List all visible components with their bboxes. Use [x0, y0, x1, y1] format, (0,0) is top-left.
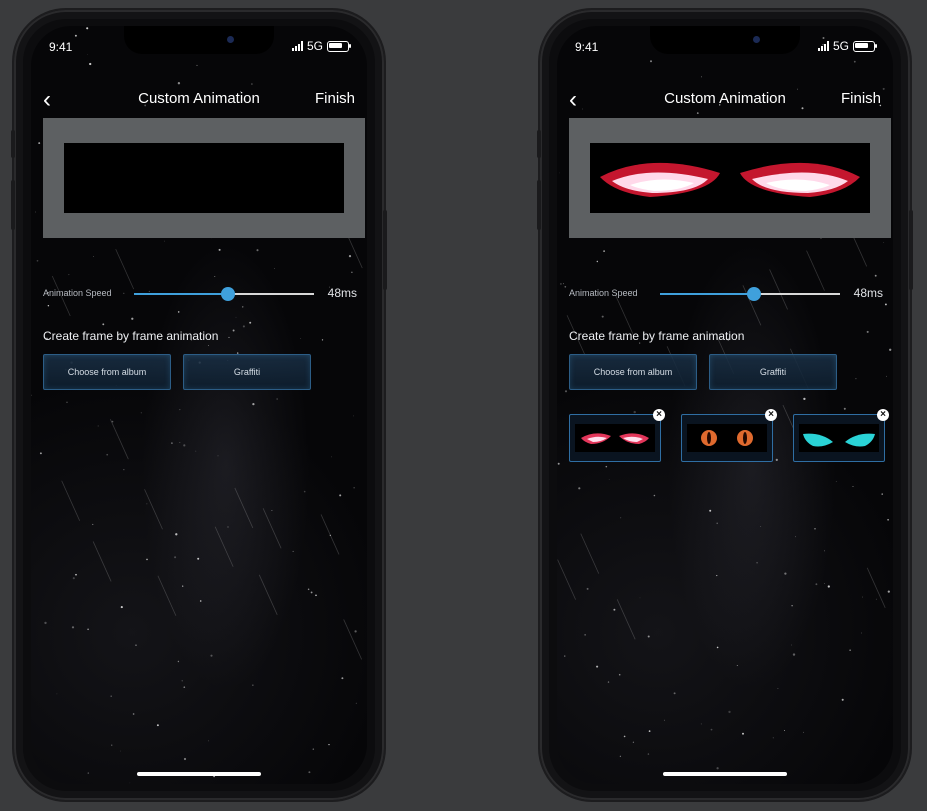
animation-preview: [569, 118, 891, 238]
speed-slider-track[interactable]: [134, 287, 314, 301]
preview-screen: [64, 143, 344, 213]
battery-icon: [327, 40, 351, 52]
speed-label: Animation Speed: [43, 288, 112, 298]
home-indicator: [663, 772, 787, 776]
frame-thumbnail-3[interactable]: ×: [793, 409, 889, 462]
frame-image: [575, 424, 655, 452]
status-indicators: 5G: [817, 39, 877, 53]
battery-icon: [853, 40, 877, 52]
front-camera: [227, 36, 234, 43]
left-eye: [600, 162, 720, 197]
signal-icon: [817, 41, 829, 51]
notch: [124, 26, 274, 54]
phone-mockup-left: 9:41 5G ‹ Custom Animation Finish Animat…: [11, 10, 387, 800]
speed-label: Animation Speed: [569, 288, 638, 298]
status-time: 9:41: [575, 40, 599, 54]
signal-icon: [291, 41, 303, 51]
app-screen: 9:41 5G ‹ Custom Animation Finish Animat…: [557, 26, 893, 784]
home-indicator: [137, 772, 261, 776]
animation-preview: [43, 118, 365, 238]
nav-bar: ‹ Custom Animation Finish: [31, 86, 367, 113]
phone-mockup-right: 9:41 5G ‹ Custom Animation Finish Animat…: [537, 10, 913, 800]
speed-slider-thumb[interactable]: [746, 287, 761, 301]
red-eyes-image: [581, 433, 649, 444]
front-camera: [753, 36, 760, 43]
nav-bar: ‹ Custom Animation Finish: [557, 86, 893, 113]
network-label: 5G: [832, 39, 849, 53]
preview-screen: [590, 143, 870, 213]
orange-eyes-image: [701, 430, 753, 446]
notch: [650, 26, 800, 54]
mute-switch: [11, 130, 15, 158]
speed-slider-fill: [134, 293, 228, 295]
status-time: 9:41: [49, 40, 73, 54]
status-indicators: 5G: [291, 39, 351, 53]
network-label: 5G: [306, 39, 323, 53]
close-icon[interactable]: ×: [877, 409, 889, 421]
speed-value: 48ms: [327, 286, 357, 300]
cyan-eyes-image: [803, 433, 875, 447]
frame-thumbnail-2[interactable]: ×: [681, 409, 777, 462]
frame-image: [687, 424, 767, 452]
graffiti-button[interactable]: Graffiti: [183, 354, 311, 390]
speed-value: 48ms: [853, 286, 883, 300]
frame-image: [799, 424, 879, 452]
close-icon[interactable]: ×: [765, 409, 777, 421]
speed-slider-track[interactable]: [660, 287, 840, 301]
speed-slider-thumb[interactable]: [220, 287, 235, 301]
power-button: [383, 210, 387, 290]
right-eye: [740, 162, 860, 197]
volume-up-button: [11, 180, 15, 230]
power-button: [909, 210, 913, 290]
graffiti-button[interactable]: Graffiti: [709, 354, 837, 390]
section-heading: Create frame by frame animation: [569, 329, 745, 343]
section-heading: Create frame by frame animation: [43, 329, 219, 343]
animation-speed-control: Animation Speed 48ms: [569, 284, 883, 304]
finish-button[interactable]: Finish: [315, 90, 355, 107]
app-screen: 9:41 5G ‹ Custom Animation Finish Animat…: [31, 26, 367, 784]
finish-button[interactable]: Finish: [841, 90, 881, 107]
frame-thumbnail-1[interactable]: ×: [569, 409, 665, 462]
animation-speed-control: Animation Speed 48ms: [43, 284, 357, 304]
close-icon[interactable]: ×: [653, 409, 665, 421]
choose-from-album-button[interactable]: Choose from album: [43, 354, 171, 390]
mute-switch: [537, 130, 541, 158]
choose-from-album-button[interactable]: Choose from album: [569, 354, 697, 390]
speed-slider-fill: [660, 293, 754, 295]
volume-up-button: [537, 180, 541, 230]
frame-list: × × ×: [569, 409, 893, 466]
angry-eyes-preview: [600, 162, 860, 197]
